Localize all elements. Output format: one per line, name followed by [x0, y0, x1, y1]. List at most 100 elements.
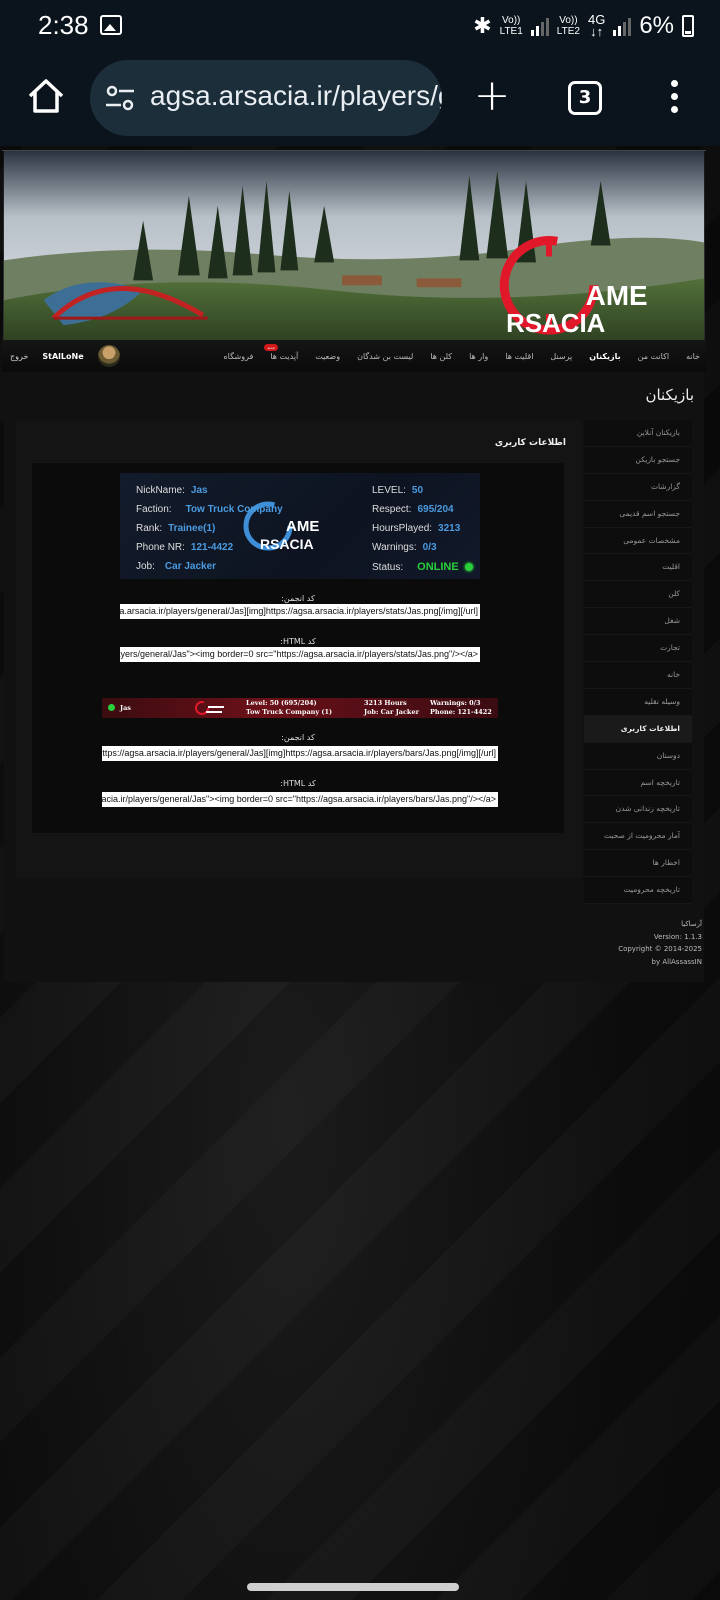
- stats-html-code-input[interactable]: <a href="https://agsa.arsacia.ir/players…: [120, 647, 480, 662]
- sidebar-item[interactable]: وسیله نقلیه: [584, 689, 692, 716]
- sidebar-item[interactable]: تاریخچه زندانی شدن: [584, 796, 692, 824]
- sidebar-item[interactable]: اطلاعات کاربری: [584, 715, 692, 743]
- html-code-label: کد HTML:: [280, 779, 316, 788]
- nav-item[interactable]: وضعیت: [315, 352, 340, 361]
- stat-job: Job: Car Jacker: [136, 561, 217, 572]
- bar-phone: Phone: 121-4422: [430, 708, 492, 716]
- status-bar: 2:38 ✱ Vo)) LTE1 Vo)) LTE2 4G ↓↑ 6%: [0, 0, 720, 52]
- sidebar-item[interactable]: گزارشات: [584, 474, 692, 501]
- bars-forum-code-input[interactable]: [url=https://agsa.arsacia.ir/players/gen…: [102, 746, 498, 761]
- site-banner[interactable]: AME RSACIA: [2, 150, 706, 340]
- tab-switcher-button[interactable]: 3: [568, 81, 602, 115]
- content-panel: اطلاعات کاربری AME RSACIA NickName: Jas F…: [16, 420, 582, 878]
- nav-item[interactable]: بازیکنان: [589, 352, 620, 361]
- page-title: بازیکنان: [645, 386, 694, 404]
- address-bar[interactable]: agsa.arsacia.ir/players/general/Jas: [90, 60, 442, 136]
- svg-text:AME: AME: [586, 280, 648, 311]
- sidebar-item[interactable]: مشخصات عمومی: [584, 528, 692, 555]
- forum-code-label: کد انجمن:: [281, 594, 315, 603]
- sidebar-item[interactable]: جستجو اسم قدیمی: [584, 501, 692, 528]
- arsacia-mini-logo: [195, 701, 224, 715]
- stat-hours: HoursPlayed: 3213: [372, 523, 461, 534]
- stat-phone: Phone NR: 121-4422: [136, 542, 234, 553]
- battery-percent: 6%: [639, 12, 674, 39]
- sidebar-item[interactable]: دوستان: [584, 743, 692, 770]
- new-tab-button[interactable]: +: [470, 68, 514, 124]
- footer-version: Version: 1.1.3: [653, 932, 702, 941]
- nav-item[interactable]: وار ها: [469, 352, 488, 361]
- sidebar-item[interactable]: آمار محرومیت از صحبت: [584, 823, 692, 851]
- nav-menu: خانه اکانت من بازیکنان پرسنل اقلیت ها وار ها ک…: [223, 340, 700, 372]
- nav-item[interactable]: اقلیت ها: [505, 352, 533, 361]
- nav-item[interactable]: کلن ها: [430, 352, 452, 361]
- sim2-signal-icon: [613, 16, 632, 36]
- bar-job: Job: Car Jacker: [364, 708, 419, 716]
- sidebar-item[interactable]: شغل: [584, 608, 692, 636]
- stat-level: LEVEL: 50: [372, 485, 424, 496]
- stat-respect: Respect: 695/204: [372, 504, 454, 515]
- logout-link[interactable]: خروج: [10, 352, 28, 361]
- sim1-signal-icon: [530, 16, 549, 36]
- stat-warnings: Warnings: 0/3: [372, 542, 437, 553]
- more-menu-icon[interactable]: [664, 80, 684, 116]
- footer-site-name: آرساکیا: [681, 920, 702, 928]
- footer-author: by AllAssassIN: [651, 957, 702, 966]
- sidebar-item[interactable]: تاریخچه محرومیت: [584, 877, 692, 905]
- content-title: اطلاعات کاربری: [494, 438, 566, 448]
- svg-text:AME: AME: [286, 518, 319, 535]
- stats-image: AME RSACIA NickName: Jas Faction: Tow Truc…: [120, 473, 480, 579]
- gesture-nav-bar[interactable]: [247, 1583, 459, 1591]
- home-icon[interactable]: [26, 76, 66, 116]
- nav-item[interactable]: لیست بن شدگان: [357, 352, 413, 361]
- sidebar-item[interactable]: خانه: [584, 662, 692, 689]
- svg-text:RSACIA: RSACIA: [260, 536, 314, 552]
- status-icons: ✱ Vo)) LTE1 Vo)) LTE2 4G ↓↑ 6%: [473, 12, 694, 40]
- online-dot-icon: [464, 563, 473, 571]
- nav-item[interactable]: پرسنل: [550, 352, 572, 361]
- bar-faction: Tow Truck Company (1): [246, 708, 333, 716]
- new-badge: جدید: [264, 343, 279, 351]
- sidebar-item[interactable]: اخطار ها: [584, 850, 692, 878]
- stat-faction: Faction: Tow Truck Company: [136, 504, 283, 515]
- site-footer: آرساکیا Version: 1.1.3 Copyright © 2014-…: [618, 918, 702, 968]
- sim2-label: Vo)) LTE2: [556, 15, 580, 37]
- sidebar-item[interactable]: اقلیت: [584, 554, 692, 582]
- user-area: خروج StAlLoNe: [10, 340, 120, 372]
- bar-image: Jas Level: 50 (695/204) Tow Truck Compan…: [102, 698, 498, 718]
- clock: 2:38: [38, 10, 89, 40]
- stats-forum-code-input[interactable]: [url=https://agsa.arsacia.ir/players/gen…: [120, 604, 480, 619]
- network-4g-icon: 4G ↓↑: [587, 12, 606, 39]
- bar-name: Jas: [120, 704, 131, 712]
- username[interactable]: StAlLoNe: [42, 352, 83, 361]
- online-dot-icon: [108, 704, 115, 711]
- svg-text:RSACIA: RSACIA: [506, 310, 605, 338]
- stat-nickname: NickName: Jas: [136, 485, 208, 496]
- sidebar-item[interactable]: کلن: [584, 581, 692, 609]
- site-settings-icon[interactable]: [104, 84, 136, 112]
- players-sidebar: بازیکنان آنلاین جستجو بازیکن گزارشات جستجو …: [584, 420, 692, 905]
- sim1-label: Vo)) LTE1: [499, 15, 523, 37]
- footer-copyright: Copyright © 2014-2025: [618, 945, 702, 953]
- nav-item[interactable]: فروشگاه: [223, 352, 253, 361]
- image-notification-icon: [100, 15, 122, 35]
- stat-status: Status: ONLINE: [372, 561, 473, 573]
- forum-code-label: کد انجمن:: [281, 733, 315, 742]
- nav-item[interactable]: اکانت من: [638, 352, 669, 361]
- nav-item[interactable]: آپدیت ها جدید: [264, 343, 298, 361]
- html-code-label: کد HTML:: [280, 637, 316, 646]
- sidebar-item[interactable]: تاریخچه اسم: [584, 770, 692, 797]
- bluetooth-icon: ✱: [473, 13, 492, 38]
- bars-html-code-input[interactable]: <a href="https://agsa.arsacia.ir/players…: [102, 792, 498, 807]
- user-info-panel: AME RSACIA NickName: Jas Faction: Tow Truc…: [32, 463, 564, 833]
- bar-level: Level: 50 (695/204): [246, 699, 317, 707]
- sidebar-item[interactable]: تجارت: [584, 635, 692, 663]
- nav-item[interactable]: خانه: [686, 352, 700, 361]
- site-navigation: خانه اکانت من بازیکنان پرسنل اقلیت ها وار ها ک…: [2, 340, 706, 372]
- stat-rank: Rank: Trainee(1): [136, 523, 216, 534]
- avatar[interactable]: [97, 345, 120, 367]
- sidebar-item[interactable]: جستجو بازیکن: [584, 447, 692, 474]
- sidebar-item[interactable]: بازیکنان آنلاین: [584, 420, 692, 447]
- url-text[interactable]: agsa.arsacia.ir/players/general/Jas: [150, 80, 442, 112]
- battery-icon: [682, 15, 694, 37]
- browser-toolbar: agsa.arsacia.ir/players/general/Jas + 3: [0, 52, 720, 146]
